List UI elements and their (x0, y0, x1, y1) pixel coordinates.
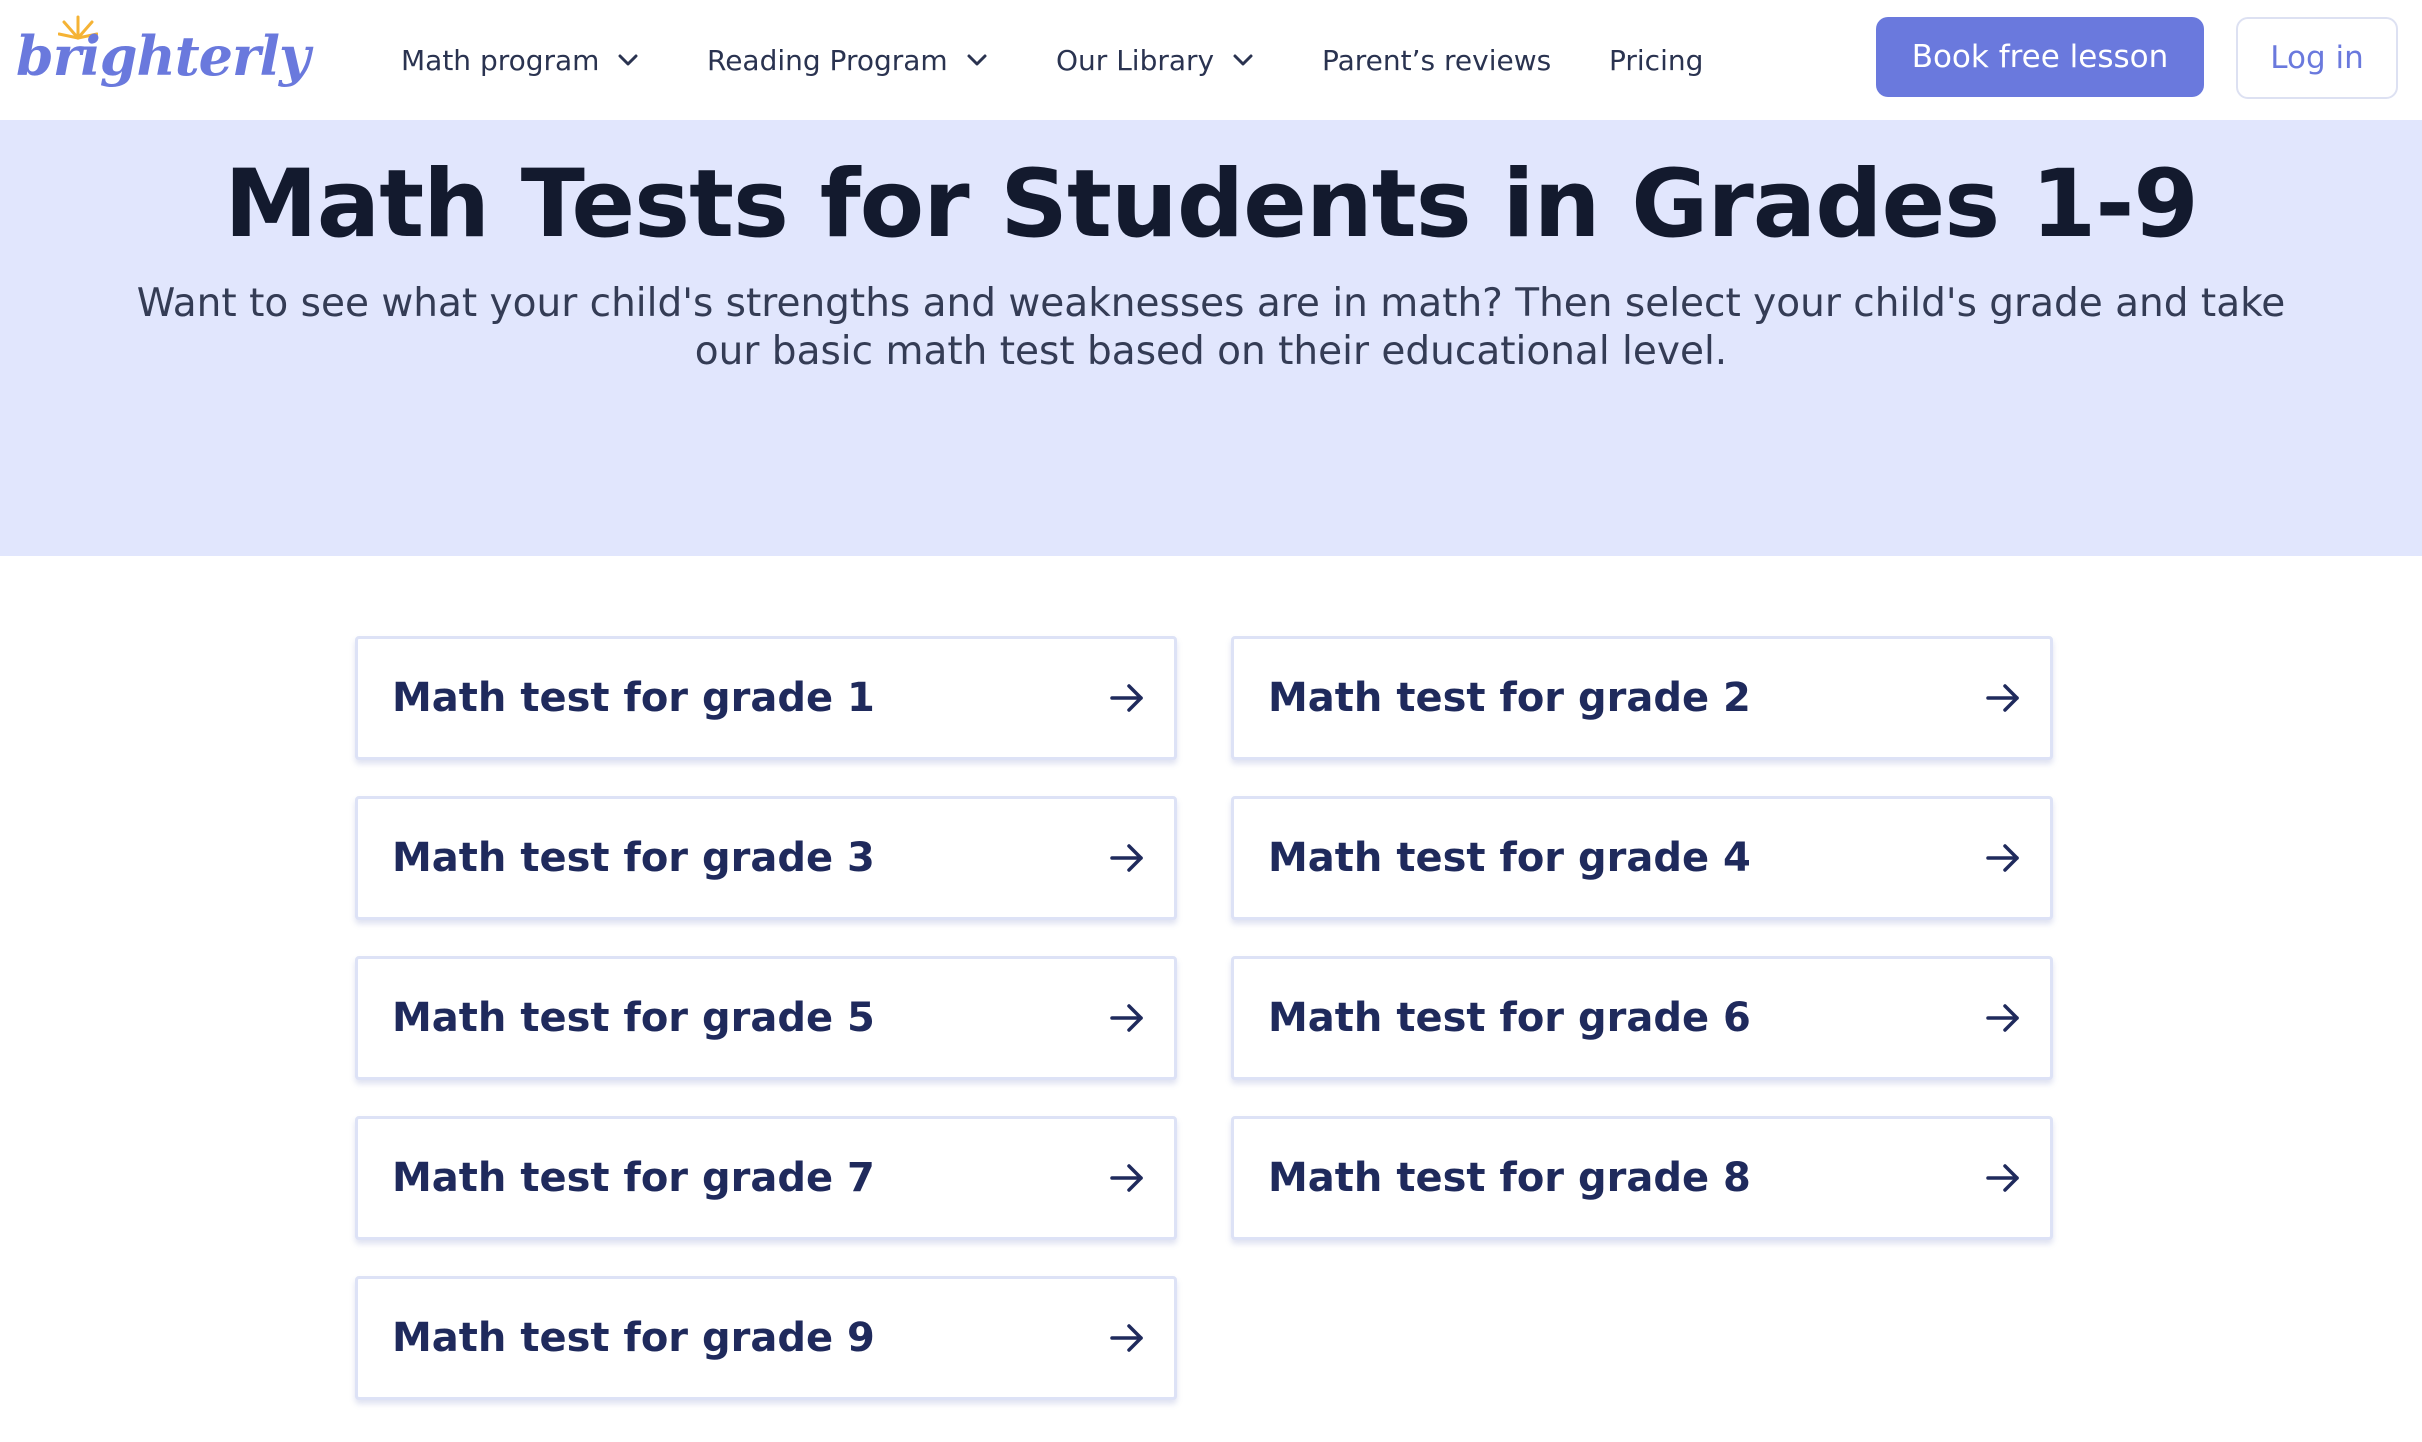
chevron-down-icon (1233, 54, 1253, 66)
arrow-right-icon (1986, 844, 2019, 872)
arrow-right-icon (1110, 1164, 1143, 1192)
grade-5-test-card[interactable]: Math test for grade 5 (355, 956, 1177, 1080)
arrow-right-icon (1110, 844, 1143, 872)
book-free-lesson-button[interactable]: Book free lesson (1876, 17, 2204, 97)
nav-our-library[interactable]: Our Library (1056, 38, 1256, 82)
nav-pricing-label: Pricing (1609, 43, 1704, 77)
grade-6-test-card[interactable]: Math test for grade 6 (1231, 956, 2053, 1080)
grade-8-test-card[interactable]: Math test for grade 8 (1231, 1116, 2053, 1240)
grade-card-label: Math test for grade 2 (1268, 675, 1751, 721)
grade-card-label: Math test for grade 6 (1268, 995, 1751, 1041)
nav-math-program[interactable]: Math program (401, 38, 641, 82)
nav-reading-program-label: Reading Program (707, 43, 948, 77)
grade-card-label: Math test for grade 5 (392, 995, 875, 1041)
nav-pricing[interactable]: Pricing (1609, 38, 1703, 82)
page-title: Math Tests for Students in Grades 1-9 (224, 150, 2199, 259)
grade-7-test-card[interactable]: Math test for grade 7 (355, 1116, 1177, 1240)
grade-card-label: Math test for grade 4 (1268, 835, 1751, 881)
nav-parents-reviews-label: Parent’s reviews (1322, 43, 1552, 77)
logo-wordmark: brighterly (16, 24, 310, 88)
grade-card-label: Math test for grade 9 (392, 1315, 875, 1361)
grade-9-test-card[interactable]: Math test for grade 9 (355, 1276, 1177, 1400)
grade-card-label: Math test for grade 3 (392, 835, 875, 881)
arrow-right-icon (1986, 1164, 2019, 1192)
grade-2-test-card[interactable]: Math test for grade 2 (1231, 636, 2053, 760)
chevron-down-icon (618, 54, 638, 66)
top-navbar: brighterly Math program Reading Program … (0, 0, 2422, 120)
nav-math-program-label: Math program (401, 43, 600, 77)
grade-card-label: Math test for grade 8 (1268, 1155, 1751, 1201)
log-in-button[interactable]: Log in (2236, 17, 2398, 99)
arrow-right-icon (1986, 684, 2019, 712)
nav-our-library-label: Our Library (1056, 43, 1215, 77)
grade-3-test-card[interactable]: Math test for grade 3 (355, 796, 1177, 920)
arrow-right-icon (1110, 684, 1143, 712)
grade-card-label: Math test for grade 1 (392, 675, 875, 721)
chevron-down-icon (967, 54, 987, 66)
page: brighterly Math program Reading Program … (0, 0, 2422, 1442)
arrow-right-icon (1110, 1324, 1143, 1352)
brighterly-logo[interactable]: brighterly (16, 14, 310, 104)
arrow-right-icon (1110, 1004, 1143, 1032)
nav-parents-reviews[interactable]: Parent’s reviews (1322, 38, 1551, 82)
page-subtitle: Want to see what your child's strengths … (136, 281, 2286, 374)
hero-banner: Math Tests for Students in Grades 1-9 Wa… (0, 120, 2422, 556)
grade-1-test-card[interactable]: Math test for grade 1 (355, 636, 1177, 760)
grade-4-test-card[interactable]: Math test for grade 4 (1231, 796, 2053, 920)
arrow-right-icon (1986, 1004, 2019, 1032)
grade-card-label: Math test for grade 7 (392, 1155, 875, 1201)
nav-reading-program[interactable]: Reading Program (707, 38, 990, 82)
